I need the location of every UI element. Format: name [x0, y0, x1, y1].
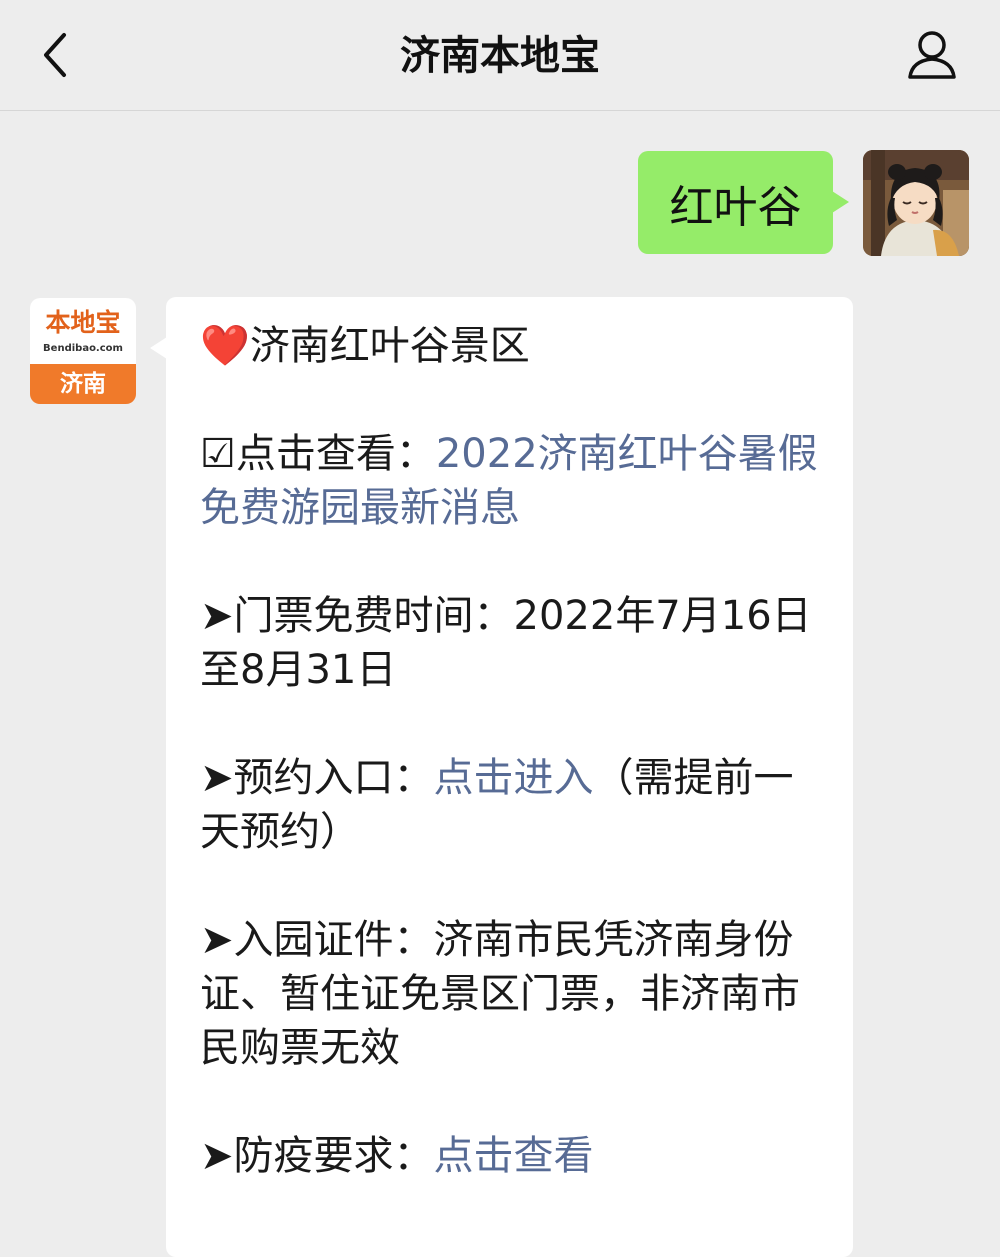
reply-title-text: 济南红叶谷景区 — [249, 323, 530, 369]
page-title: 济南本地宝 — [400, 33, 600, 79]
anime-girl-avatar-image — [863, 150, 969, 256]
reply-title: ❤️济南红叶谷景区 — [200, 319, 823, 373]
arrow-icon: ➤ — [200, 593, 234, 639]
booking-link[interactable]: 点击进入 — [434, 755, 594, 801]
reply-item-news: ☑点击查看：2022济南红叶谷暑假免费游园最新消息 — [200, 427, 823, 535]
reply-item-documents: ➤入园证件：济南市民凭济南身份证、暂住证免景区门票，非济南市民购票无效 — [200, 913, 823, 1075]
outgoing-message-text: 红叶谷 — [669, 181, 802, 233]
epidemic-link[interactable]: 点击查看 — [434, 1133, 594, 1179]
arrow-icon: ➤ — [200, 917, 234, 963]
heart-icon: ❤️ — [200, 323, 250, 369]
brand-logo: 本地宝 — [45, 308, 121, 337]
brand-city: 济南 — [30, 364, 136, 404]
item-label: 预约入口： — [233, 755, 434, 801]
checkbox-icon: ☑ — [200, 431, 236, 477]
incoming-message-bubble: ❤️济南红叶谷景区 ☑点击查看：2022济南红叶谷暑假免费游园最新消息 ➤门票免… — [150, 297, 853, 1257]
person-icon — [908, 31, 956, 79]
user-avatar[interactable] — [863, 150, 969, 256]
item-label: 门票免费时间： — [233, 593, 514, 639]
arrow-icon: ➤ — [200, 755, 234, 801]
reply-item-free-period: ➤门票免费时间：2022年7月16日至8月31日 — [200, 589, 823, 697]
reply-item-booking: ➤预约入口：点击进入（需提前一天预约） — [200, 751, 823, 859]
arrow-icon: ➤ — [200, 1133, 234, 1179]
item-label: 点击查看： — [235, 431, 436, 477]
reply-item-epidemic: ➤防疫要求：点击查看 — [200, 1129, 823, 1183]
outgoing-message-bubble[interactable]: 红叶谷 — [638, 151, 849, 254]
item-label: 防疫要求： — [233, 1133, 434, 1179]
brand-domain: Bendibao.com — [43, 343, 123, 354]
item-label: 入园证件： — [233, 917, 434, 963]
profile-button[interactable] — [902, 25, 962, 85]
official-account-avatar[interactable]: 本地宝 Bendibao.com 济南 — [30, 298, 136, 404]
top-bar: 济南本地宝 — [0, 0, 1000, 111]
